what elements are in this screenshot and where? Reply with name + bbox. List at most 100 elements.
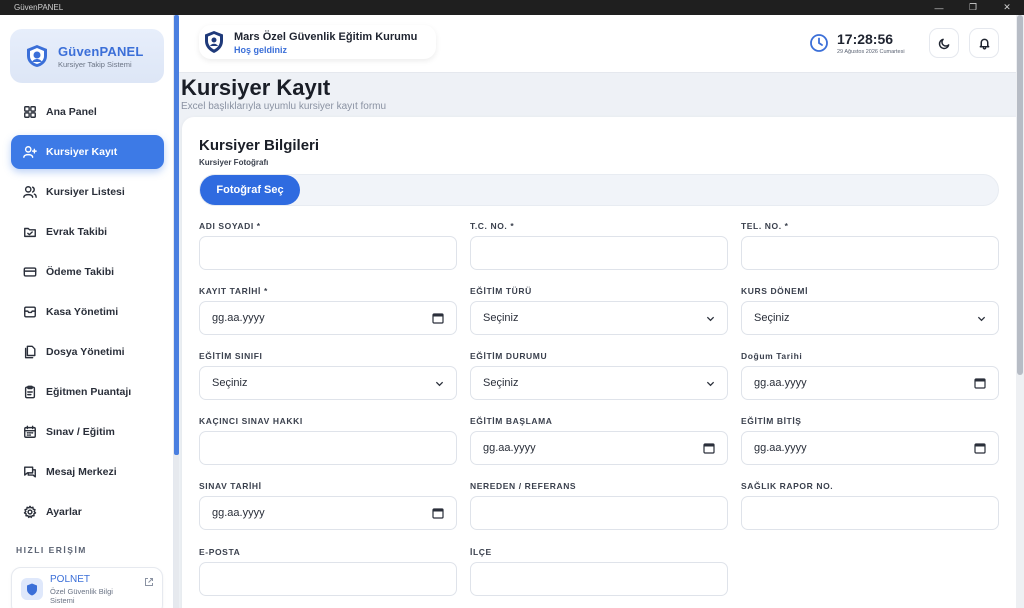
kayit-tarihi-date-input[interactable]: gg.aa.yyyy [199,301,457,335]
date-placeholder: gg.aa.yyyy [754,442,807,454]
sidebar-item-label: Ayarlar [46,506,82,518]
theme-toggle-button[interactable] [929,28,959,58]
egitim-sinifi-select[interactable]: Seçiniz [199,366,457,400]
sidebar-item-evrak-takibi[interactable]: Evrak Takibi [11,215,164,249]
e-posta-input[interactable] [199,562,457,596]
sidebar-item-label: Mesaj Merkezi [46,466,117,478]
select-value: Seçiniz [483,377,519,389]
select-value: Seçiniz [483,312,519,324]
window-controls: — ❐ ✕ [922,0,1024,15]
ilce-input[interactable] [470,562,728,596]
egitim-bitis-date-input[interactable]: gg.aa.yyyy [741,431,999,465]
field-label-egitim-sinifi: EĞİTİM SINIFI [199,351,263,361]
sidebar-item-ayarlar[interactable]: Ayarlar [11,495,164,529]
window-title: GüvenPANEL [14,3,64,12]
archive-icon [24,306,36,318]
field-label-kacinci-sinav-hakki: KAÇINCI SINAV HAKKI [199,416,303,426]
field-label-kayit-tarihi: KAYIT TARİHİ * [199,286,268,296]
field-label-egitim-turu: EĞİTİM TÜRÜ [470,286,532,296]
sidebar-item-kursiyer-listesi[interactable]: Kursiyer Listesi [11,175,164,209]
calendar-icon[interactable] [974,377,986,389]
close-button[interactable]: ✕ [990,0,1024,15]
date-placeholder: gg.aa.yyyy [483,442,536,454]
field-label-egitim-baslama: EĞİTİM BAŞLAMA [470,416,553,426]
clock-icon [810,34,828,52]
sidebar-scrollbar[interactable] [174,15,179,608]
sidebar-item-label: Kursiyer Kayıt [46,146,118,158]
main-scrollbar[interactable] [1016,15,1024,608]
field-label-sinav-tarihi: SINAV TARİHİ [199,481,262,491]
sidebar-item-label: Kasa Yönetimi [46,306,119,318]
field-label-adi-soyadi: ADI SOYADI * [199,221,261,231]
saglik-rapor-no-input[interactable] [741,496,999,530]
dogum-tarihi-date-input[interactable]: gg.aa.yyyy [741,366,999,400]
date-placeholder: gg.aa.yyyy [212,507,265,519]
calendar-icon[interactable] [432,312,444,324]
gear-icon [23,505,37,519]
brand-subtitle: Kursiyer Takip Sistemi [58,59,132,69]
clock-time: 17:28:56 [837,31,894,47]
folder-check-icon [24,227,36,238]
tc-no-input[interactable] [470,236,728,270]
photo-label: Kursiyer Fotoğrafı [199,158,269,167]
brand-card[interactable]: GüvenPANEL Kursiyer Takip Sistemi [10,29,164,83]
page-title: Kursiyer Kayıt [181,75,331,100]
bell-icon [979,38,989,50]
select-photo-button[interactable]: Fotoğraf Seç [200,175,300,205]
sinav-tarihi-date-input[interactable]: gg.aa.yyyy [199,496,457,530]
field-label-e-posta: E-POSTA [199,547,241,557]
chevron-down-icon [435,381,444,387]
sidebar-item-label: Ana Panel [46,106,97,118]
chevron-down-icon [706,316,715,322]
sidebar-item-label: Evrak Takibi [46,226,108,238]
calendar-icon[interactable] [974,442,986,454]
photo-file-input[interactable]: Fotoğraf Seç [199,174,999,206]
sidebar: GüvenPANEL Kursiyer Takip Sistemi Ana Pa… [0,15,174,608]
sidebar-item-mesaj-merkezi[interactable]: Mesaj Merkezi [11,455,164,489]
sidebar-item-label: Dosya Yönetimi [46,346,125,358]
users-icon [23,186,37,198]
brand-title: GüvenPANEL [58,43,144,59]
adi-soyadi-input[interactable] [199,236,457,270]
sidebar-item-odeme-takibi[interactable]: Ödeme Takibi [11,255,164,289]
sidebar-item-label: Ödeme Takibi [46,266,115,278]
main-scrollbar-thumb[interactable] [1017,15,1023,375]
field-label-dogum-tarihi: Doğum Tarihi [741,351,803,361]
minimize-button[interactable]: — [922,0,956,15]
tel-no-input[interactable] [741,236,999,270]
sidebar-item-egitmen-puantaji[interactable]: Eğitmen Puantajı [11,375,164,409]
window-titlebar: GüvenPANEL — ❐ ✕ [0,0,1024,15]
calendar-icon[interactable] [432,507,444,519]
field-label-egitim-durumu: EĞİTİM DURUMU [470,351,548,361]
sidebar-nav: Ana Panel Kursiyer Kayıt Kursiyer Listes… [0,95,174,535]
grid-icon [24,106,36,118]
egitim-baslama-date-input[interactable]: gg.aa.yyyy [470,431,728,465]
sidebar-item-dosya-yonetimi[interactable]: Dosya Yönetimi [11,335,164,369]
egitim-durumu-select[interactable]: Seçiniz [470,366,728,400]
maximize-button[interactable]: ❐ [956,0,990,15]
sidebar-item-label: Kursiyer Listesi [46,186,125,198]
quick-access-title: HIZLI ERİŞİM [16,545,87,555]
nereden-referans-input[interactable] [470,496,728,530]
shield-icon [21,578,43,600]
calendar-icon[interactable] [703,442,715,454]
sidebar-scrollbar-thumb[interactable] [174,15,179,455]
kurs-donemi-select[interactable]: Seçiniz [741,301,999,335]
chevron-down-icon [706,381,715,387]
sidebar-item-kasa-yonetimi[interactable]: Kasa Yönetimi [11,295,164,329]
sidebar-item-kursiyer-kayit[interactable]: Kursiyer Kayıt [11,135,164,169]
shield-logo-icon [27,45,47,67]
shield-icon [205,31,223,53]
sidebar-item-ana-panel[interactable]: Ana Panel [11,95,164,129]
polnet-link[interactable]: POLNET Özel Güvenlik Bilgi Sistemi [11,567,163,608]
egitim-turu-select[interactable]: Seçiniz [470,301,728,335]
files-icon [24,345,36,359]
clock-date: 29 Ağustos 2026 Cumartesi [837,49,905,55]
date-placeholder: gg.aa.yyyy [754,377,807,389]
organization-card: Mars Özel Güvenlik Eğitim Kurumu Hoş gel… [199,25,436,59]
sidebar-item-sinav-egitim[interactable]: Sınav / Eğitim [11,415,164,449]
field-label-kurs-donemi: KURS DÖNEMİ [741,286,809,296]
polnet-title: POLNET [50,574,91,585]
notifications-button[interactable] [969,28,999,58]
kacinci-sinav-hakki-input[interactable] [199,431,457,465]
